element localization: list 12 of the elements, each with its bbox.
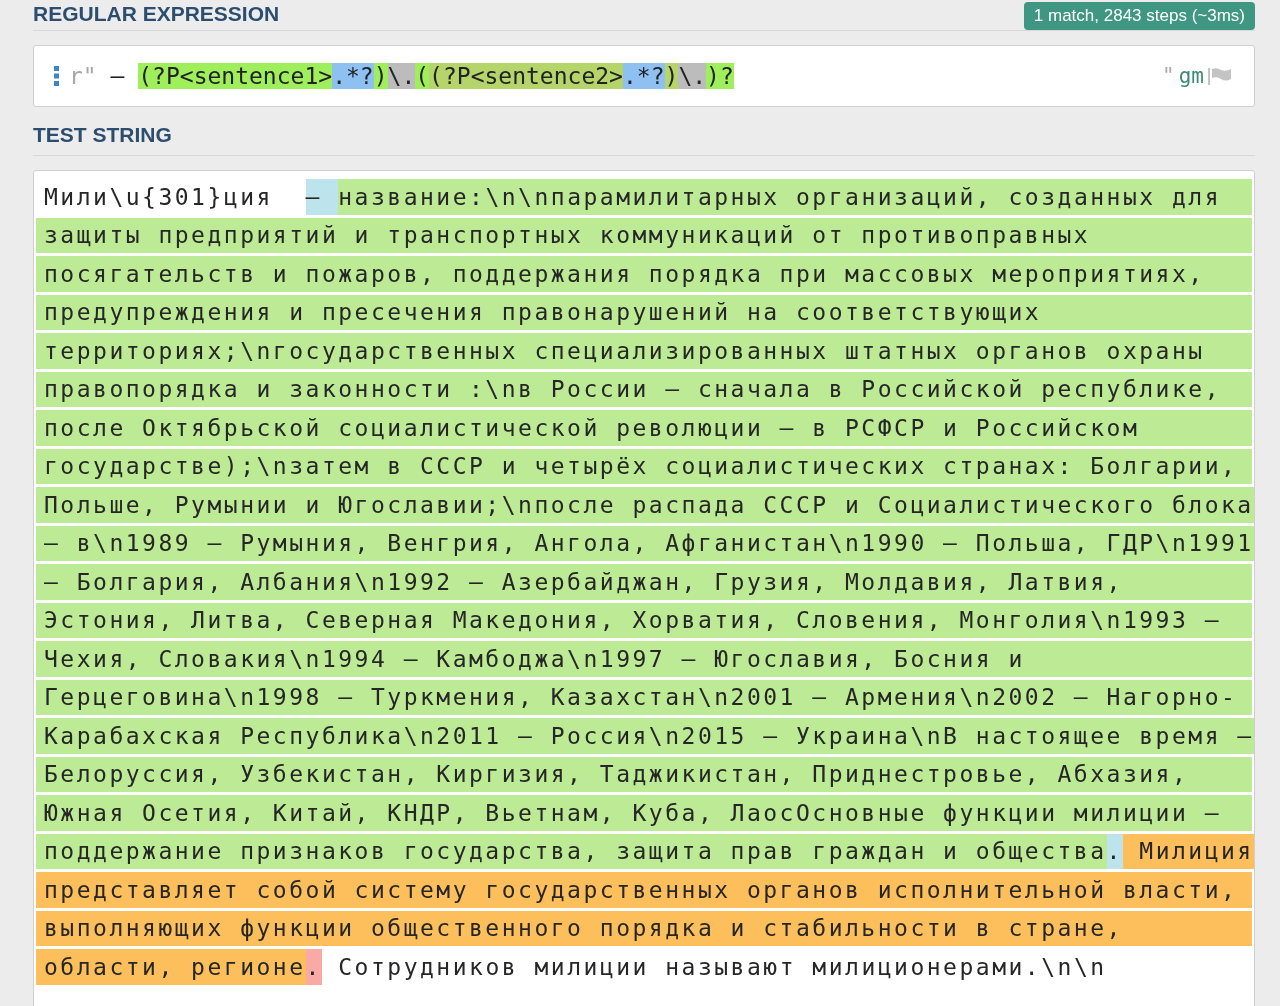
test-string-line: Польше, Румынии и Югославии;\nпосле распада СССР и Социалистического блока [36,487,1252,523]
regex-pattern[interactable]: r" – (?P<sentence1>.*?)\.((?P<sentence2>.*?)\.)? [69,61,734,91]
regex-input-field[interactable]: r" – (?P<sentence1>.*?)\.((?P<sentence2>.*?)\.)? " gm [33,45,1255,107]
test-string-line: – в\n1989 – Румыния, Венгрия, Ангола, Афганистан\n1990 – Польша, ГДР\n1991 [36,525,1252,561]
section-title: TEST STRING [33,123,1255,156]
closing-delimiter: " [1162,64,1175,88]
drag-handle-icon[interactable] [54,66,59,86]
match-info-badge: 1 match, 2843 steps (~3ms) [1023,2,1255,30]
regex-flags[interactable]: gm [1178,64,1204,88]
test-string-line: Карабахская Республика\n2011 – Россия\n2015 – Украина\nВ настоящее время – [36,718,1252,754]
section-title: REGULAR EXPRESSION [33,2,280,27]
test-string-editor[interactable] [33,170,1255,1006]
